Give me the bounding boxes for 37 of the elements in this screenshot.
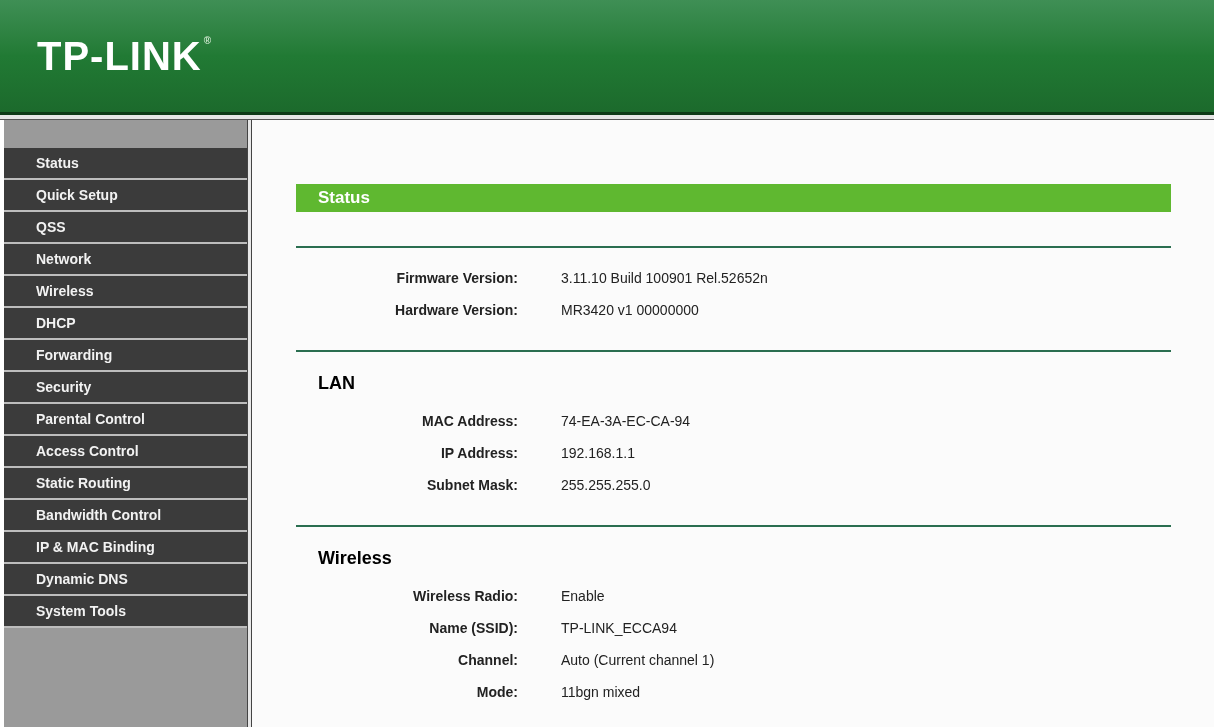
field-value: 3.11.10 Build 100901 Rel.52652n (561, 268, 768, 288)
field-label: Wireless Radio: (412, 586, 518, 606)
sidebar-item[interactable]: Static Routing (4, 468, 247, 500)
field-value: Auto (Current channel 1) (561, 650, 715, 670)
field-label: Name (SSID): (428, 618, 518, 638)
sidebar-item[interactable]: Access Control (4, 436, 247, 468)
field-value: TP-LINK_ECCA94 (561, 618, 677, 638)
sidebar-item[interactable]: Wireless (4, 276, 247, 308)
logo: TP-LINK® (37, 36, 213, 76)
field-value: Enable (561, 586, 605, 606)
field-label: Mode: (475, 682, 518, 702)
sidebar-item[interactable]: Forwarding (4, 340, 247, 372)
field-label: MAC Address: (421, 411, 518, 431)
field-label: Channel: (457, 650, 518, 670)
sidebar-item[interactable]: Security (4, 372, 247, 404)
sidebar-item[interactable]: Network (4, 244, 247, 276)
field-value: 255.255.255.0 (561, 475, 651, 495)
field-value: 192.168.1.1 (561, 443, 635, 463)
field-label: Hardware Version: (394, 300, 518, 320)
sidebar-item[interactable]: Parental Control (4, 404, 247, 436)
field-value: 74-EA-3A-EC-CA-94 (561, 411, 691, 431)
field-label: Firmware Version: (395, 268, 518, 288)
field-value: MR3420 v1 00000000 (561, 300, 699, 320)
sidebar-item[interactable]: Dynamic DNS (4, 564, 247, 596)
sidebar-item[interactable]: Quick Setup (4, 180, 247, 212)
field-label: IP Address: (439, 443, 518, 463)
sidebar-item[interactable]: IP & MAC Binding (4, 532, 247, 564)
field-label: Subnet Mask: (426, 475, 518, 495)
page-title: Status (318, 187, 370, 210)
sidebar-item[interactable]: DHCP (4, 308, 247, 340)
sidebar-item[interactable]: System Tools (4, 596, 247, 628)
section-heading: LAN (317, 372, 356, 395)
sidebar-item[interactable]: QSS (4, 212, 247, 244)
field-value: 11bgn mixed (561, 682, 641, 702)
section-heading: Wireless (317, 547, 393, 570)
sidebar-item[interactable]: Bandwidth Control (4, 500, 247, 532)
sidebar-item[interactable]: Status (4, 148, 247, 180)
